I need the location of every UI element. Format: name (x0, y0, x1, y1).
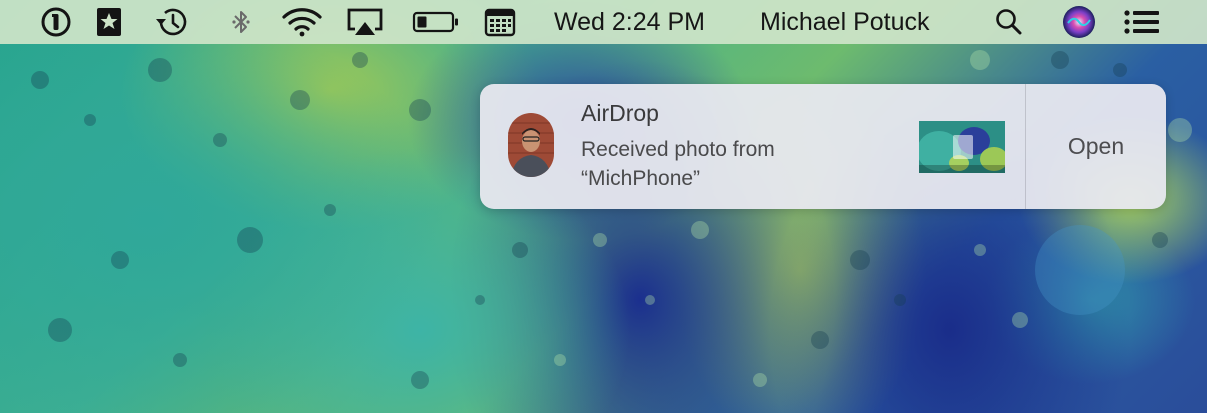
spotlight-search-icon[interactable] (992, 0, 1026, 44)
airdrop-notification[interactable]: AirDrop Received photo from “MichPhone” … (480, 84, 1166, 209)
time-machine-icon[interactable] (152, 0, 192, 44)
siri-icon[interactable] (1060, 0, 1098, 44)
notification-message: Received photo from “MichPhone” (581, 135, 861, 193)
notification-message-line-2: “MichPhone” (581, 167, 701, 190)
bookmark-star-icon[interactable] (92, 0, 126, 44)
menu-bar-clock[interactable]: Wed 2:24 PM (554, 0, 705, 44)
bluetooth-icon[interactable] (226, 0, 256, 44)
menu-bar: Wed 2:24 PM Michael Potuck (0, 0, 1207, 44)
notification-message-line-1: Received photo from (581, 138, 775, 161)
wifi-icon[interactable] (280, 0, 324, 44)
sender-avatar (508, 113, 554, 177)
menu-bar-user-name[interactable]: Michael Potuck (760, 0, 930, 44)
airplay-icon[interactable] (344, 0, 386, 44)
open-button[interactable]: Open (1026, 84, 1166, 209)
notification-center-icon[interactable] (1122, 0, 1162, 44)
calendar-icon[interactable] (482, 0, 518, 44)
battery-icon[interactable] (412, 0, 460, 44)
notification-title: AirDrop (581, 100, 659, 126)
1password-icon[interactable] (38, 0, 74, 44)
received-photo-thumbnail (919, 121, 1005, 173)
